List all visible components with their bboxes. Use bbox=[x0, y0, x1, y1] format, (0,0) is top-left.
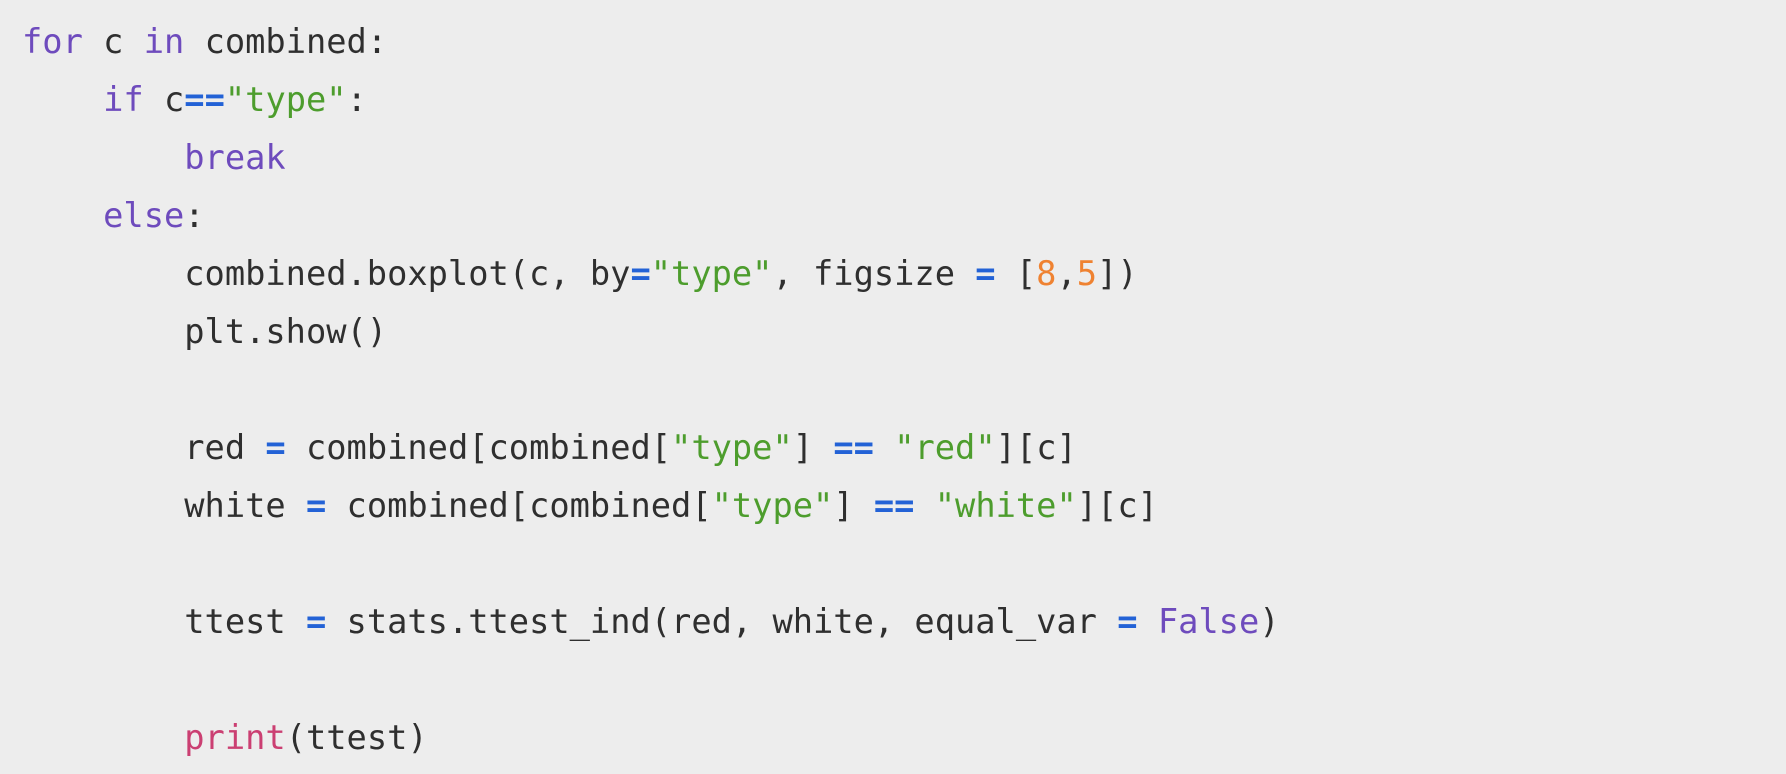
code-token: "white" bbox=[934, 486, 1077, 525]
code-line: red = combined[combined["type"] == "red"… bbox=[22, 419, 1786, 477]
code-token: white bbox=[22, 486, 306, 525]
code-token: "type" bbox=[671, 428, 793, 467]
code-token: == bbox=[833, 428, 874, 467]
code-line: else: bbox=[22, 187, 1786, 245]
code-line: break bbox=[22, 129, 1786, 187]
code-token: "type" bbox=[711, 486, 834, 525]
code-token: combined[combined[ bbox=[285, 428, 672, 467]
code-token: else bbox=[103, 196, 185, 235]
code-token: break bbox=[184, 138, 286, 177]
code-token: ttest bbox=[22, 602, 306, 641]
code-token: "type" bbox=[650, 254, 773, 293]
code-token: print bbox=[184, 718, 286, 757]
code-token: combined: bbox=[184, 22, 388, 61]
code-token: if bbox=[103, 80, 144, 119]
code-token: c bbox=[82, 22, 144, 61]
code-token: ] bbox=[792, 428, 834, 467]
code-token: , figsize bbox=[772, 254, 976, 293]
code-token: ][c] bbox=[995, 428, 1077, 467]
code-token: = bbox=[305, 602, 327, 641]
code-token: 5 bbox=[1076, 254, 1098, 293]
code-token: ] bbox=[833, 486, 874, 525]
code-line: for c in combined: bbox=[22, 13, 1786, 71]
code-token: : bbox=[346, 80, 367, 119]
code-token: combined.boxplot(c, by bbox=[22, 254, 631, 293]
code-token: = bbox=[265, 428, 286, 467]
code-token: "red" bbox=[894, 428, 996, 467]
code-token: for bbox=[22, 22, 83, 61]
code-token: (ttest) bbox=[285, 718, 428, 757]
code-token: = bbox=[1117, 602, 1138, 641]
code-token: , bbox=[1056, 254, 1077, 293]
code-line: if c=="type": bbox=[22, 71, 1786, 129]
code-token: = bbox=[305, 486, 327, 525]
code-token: False bbox=[1157, 602, 1260, 641]
code-token: in bbox=[143, 22, 185, 61]
code-token: = bbox=[630, 254, 651, 293]
code-token: 8 bbox=[1036, 254, 1057, 293]
code-token: : bbox=[184, 196, 205, 235]
python-code: for c in combined: if c=="type": break e… bbox=[22, 13, 1786, 767]
code-line: white = combined[combined["type"] == "wh… bbox=[22, 477, 1786, 535]
code-token: plt.show() bbox=[22, 312, 388, 351]
code-token: ) bbox=[1259, 602, 1280, 641]
code-token: = bbox=[975, 254, 996, 293]
code-token: stats.ttest_ind(red, white, equal_var bbox=[326, 602, 1118, 641]
code-block: for c in combined: if c=="type": break e… bbox=[0, 0, 1786, 774]
code-line: combined.boxplot(c, by="type", figsize =… bbox=[22, 245, 1786, 303]
code-line: print(ttest) bbox=[22, 709, 1786, 767]
code-token: red bbox=[22, 428, 266, 467]
code-token: combined[combined[ bbox=[326, 486, 712, 525]
code-token: "type" bbox=[224, 80, 347, 119]
code-token: [ bbox=[995, 254, 1037, 293]
code-token: ][c] bbox=[1076, 486, 1158, 525]
code-token: == bbox=[184, 80, 225, 119]
code-line: ttest = stats.ttest_ind(red, white, equa… bbox=[22, 593, 1786, 651]
code-token: c bbox=[143, 80, 185, 119]
code-line: plt.show() bbox=[22, 303, 1786, 361]
code-token: == bbox=[873, 486, 915, 525]
code-token: ]) bbox=[1097, 254, 1138, 293]
